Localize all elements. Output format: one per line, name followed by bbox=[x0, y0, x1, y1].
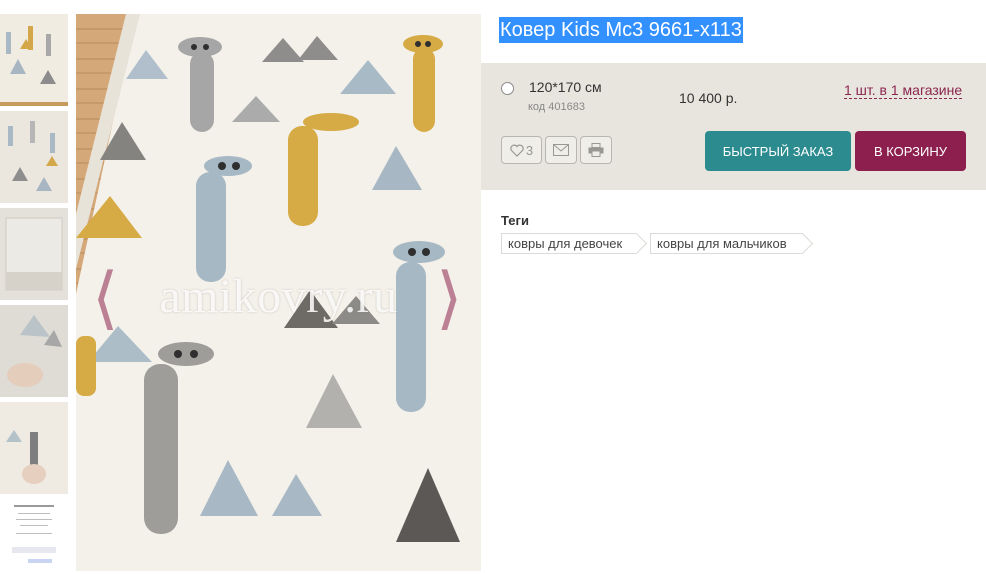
thumbnail-4[interactable] bbox=[0, 305, 68, 397]
print-button[interactable] bbox=[580, 136, 612, 164]
watermark-right-bracket: ⟩ bbox=[436, 260, 463, 336]
thumbnail-2[interactable] bbox=[0, 111, 68, 203]
tags-heading: Теги bbox=[501, 213, 529, 228]
add-to-cart-button[interactable]: В КОРЗИНУ bbox=[855, 131, 966, 171]
printer-icon bbox=[588, 143, 604, 157]
product-title: Ковер Kids Mc3 9661-x113 bbox=[499, 17, 743, 43]
email-button[interactable] bbox=[545, 136, 577, 164]
quick-order-button[interactable]: БЫСТРЫЙ ЗАКАЗ bbox=[705, 131, 851, 171]
price: 10 400 р. bbox=[679, 90, 738, 106]
thumbnail-strip bbox=[0, 14, 68, 574]
product-main-image[interactable]: ⟨ amikovry.ru ⟩ bbox=[76, 14, 481, 571]
tag-item[interactable]: ковры для девочек bbox=[501, 233, 637, 254]
size-label: 120*170 см bbox=[529, 79, 602, 95]
tag-item[interactable]: ковры для мальчиков bbox=[650, 233, 803, 254]
product-code: код 401683 bbox=[528, 101, 585, 113]
watermark: amikovry.ru bbox=[159, 270, 398, 323]
offer-panel: 120*170 см код 401683 10 400 р. 1 шт. в … bbox=[481, 63, 986, 190]
mail-icon bbox=[553, 144, 569, 156]
favorites-count: 3 bbox=[525, 142, 534, 158]
stock-availability-link[interactable]: 1 шт. в 1 магазине bbox=[844, 82, 963, 99]
heart-icon bbox=[510, 144, 524, 157]
thumbnail-3[interactable] bbox=[0, 208, 68, 300]
thumbnail-1[interactable] bbox=[0, 14, 68, 106]
thumbnail-certificate[interactable] bbox=[0, 499, 68, 569]
thumbnail-5[interactable] bbox=[0, 402, 68, 494]
favorite-button[interactable]: 3 bbox=[501, 136, 542, 164]
size-radio[interactable] bbox=[501, 82, 514, 95]
